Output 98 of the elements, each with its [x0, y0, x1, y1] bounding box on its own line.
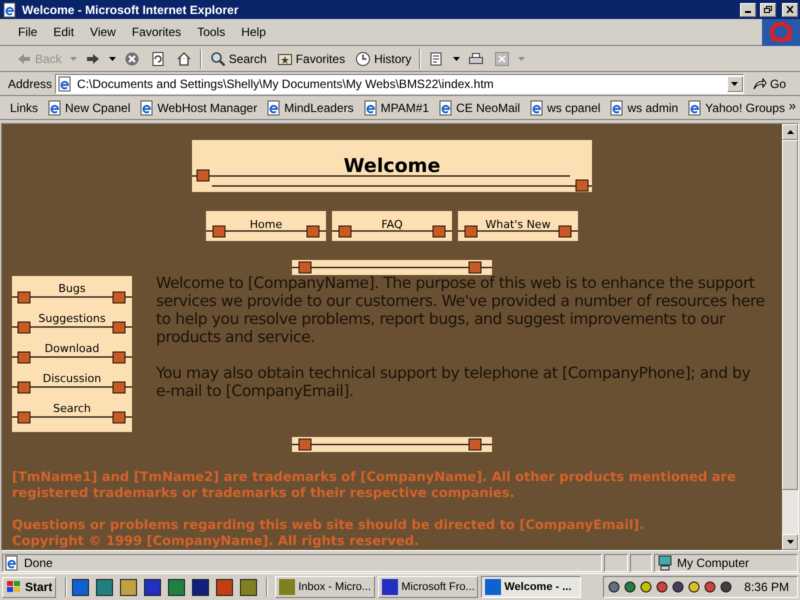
windows-logo-icon [6, 580, 22, 594]
dropdown-button[interactable] [726, 76, 743, 92]
page-heading: Welcome [342, 154, 442, 178]
status-pane [630, 554, 652, 572]
link-item[interactable]: MindLeaders [266, 98, 354, 116]
close-button[interactable] [782, 2, 798, 16]
page-icon [609, 100, 626, 116]
task-button[interactable]: Microsoft Fro... [378, 576, 478, 598]
search-icon [210, 50, 226, 66]
scrollbar[interactable] [782, 124, 798, 550]
nav-button[interactable]: What's New [458, 211, 578, 241]
status-panel: Done [2, 554, 602, 572]
browser-icon [2, 2, 18, 18]
app-launch-icon[interactable] [240, 578, 258, 596]
search-button[interactable]: Search [208, 50, 269, 68]
nav-button[interactable]: Home [206, 211, 326, 241]
page-icon [47, 100, 64, 116]
body-paragraph: Welcome to [CompanyName]. The purpose of this web is to enhance the support services we provide to our customers. We've provided a number of resources here to help you resolve problems, report bugs, and suggest improvements to our products and service. [156, 274, 766, 346]
tray-icon[interactable] [672, 581, 684, 593]
task-button[interactable]: Welcome - ... [481, 576, 582, 598]
page-icon [57, 76, 74, 92]
edit-icon [494, 50, 510, 66]
side-nav-item[interactable]: Discussion [12, 369, 132, 399]
address-label: Address [8, 76, 52, 92]
page-icon [438, 100, 454, 116]
up-arrow-icon [786, 130, 794, 134]
menu-item[interactable]: View [82, 23, 124, 41]
tray-icon[interactable] [688, 581, 700, 593]
address-field[interactable]: C:\Documents and Settings\Shelly\My Documents\My Webs\BMS22\index.htm [55, 74, 744, 94]
link-item[interactable]: WebHost Manager [139, 98, 258, 116]
tray-icon[interactable] [640, 581, 652, 593]
favorites-button[interactable]: Favorites [274, 50, 348, 68]
link-item[interactable]: New Cpanel [47, 98, 130, 116]
start-button[interactable]: Start [2, 576, 56, 598]
refresh-icon [150, 50, 166, 66]
dropdown-arrow-icon [108, 56, 116, 60]
app-launch-icon[interactable] [168, 578, 186, 596]
history-icon [355, 50, 372, 66]
page-icon [266, 100, 282, 116]
window-title: Welcome - Microsoft Internet Explorer [22, 2, 240, 18]
arrow-icon [752, 78, 767, 90]
history-button[interactable]: History [353, 50, 414, 68]
restore-button[interactable] [760, 2, 776, 16]
menu-item[interactable]: File [10, 23, 46, 41]
computer-icon [657, 555, 673, 571]
footer-text: [TmName1] and [TmName2] are trademarks of [CompanyName]. All other products mentioned are registered trademarks or trademarks of their respective companies. [12, 470, 737, 502]
side-nav-item[interactable]: Bugs [12, 279, 132, 309]
tray-icon[interactable] [624, 581, 636, 593]
menu-item[interactable]: Help [233, 23, 274, 41]
tray-icon[interactable] [656, 581, 668, 593]
side-nav-item[interactable]: Suggestions [12, 309, 132, 339]
down-arrow-icon [786, 540, 794, 544]
minimize-button[interactable] [740, 2, 756, 16]
task-button[interactable]: Inbox - Micro... [275, 576, 376, 598]
status-pane [604, 554, 628, 572]
app-launch-icon[interactable] [192, 578, 210, 596]
menu-item[interactable]: Favorites [124, 23, 190, 41]
link-item[interactable]: MPAM#1 [362, 98, 430, 116]
restore-icon [764, 6, 772, 13]
zone-panel: My Computer [654, 554, 798, 572]
side-nav-item[interactable]: Download [12, 339, 132, 369]
page-icon [529, 100, 546, 116]
app-launch-icon[interactable] [96, 578, 114, 596]
link-item[interactable]: Yahoo! Groups [687, 98, 785, 116]
go-button[interactable]: Go [746, 74, 792, 92]
dropdown-arrow-icon [453, 56, 460, 60]
more-links-chevron[interactable]: » [788, 96, 796, 116]
link-item[interactable]: ws cpanel [529, 98, 600, 116]
scroll-thumb[interactable] [782, 140, 798, 490]
app-launch-icon[interactable] [144, 578, 162, 596]
menu-item[interactable]: Edit [45, 23, 82, 41]
print-icon [468, 50, 484, 66]
page-icon [139, 100, 156, 116]
nav-button[interactable]: FAQ [332, 211, 452, 241]
dropdown-arrow-icon [518, 56, 526, 60]
page-icon [4, 555, 20, 571]
app-launch-icon[interactable] [120, 578, 138, 596]
tray-icon[interactable] [720, 581, 732, 593]
footer-text: Questions or problems regarding this web site should be directed to [CompanyEmail]. [12, 518, 646, 534]
caret-icon [731, 82, 738, 86]
link-item[interactable]: ws admin [609, 98, 678, 116]
stop-icon [124, 50, 140, 66]
footer-text: Copyright © 1999 [CompanyName]. All rights reserved. [12, 534, 420, 550]
dropdown-arrow-icon [70, 56, 77, 60]
tray-icon[interactable] [608, 581, 620, 593]
app-launch-icon[interactable] [216, 578, 234, 596]
page-icon [362, 100, 379, 116]
link-item[interactable]: CE NeoMail [438, 98, 520, 116]
links-label: Links [10, 100, 38, 116]
home-icon [176, 50, 192, 66]
menu-item[interactable]: Tools [189, 23, 234, 41]
side-nav-item[interactable]: Search [12, 399, 132, 429]
page-icon [687, 100, 704, 116]
app-launch-icon[interactable] [72, 578, 90, 596]
tray-icon[interactable] [704, 581, 716, 593]
body-paragraph: You may also obtain technical support by telephone at [CompanyPhone]; and by e-mail to [CompanyEmail]. [156, 364, 752, 400]
close-icon [786, 6, 794, 13]
clock: 8:36 PM [744, 579, 789, 596]
